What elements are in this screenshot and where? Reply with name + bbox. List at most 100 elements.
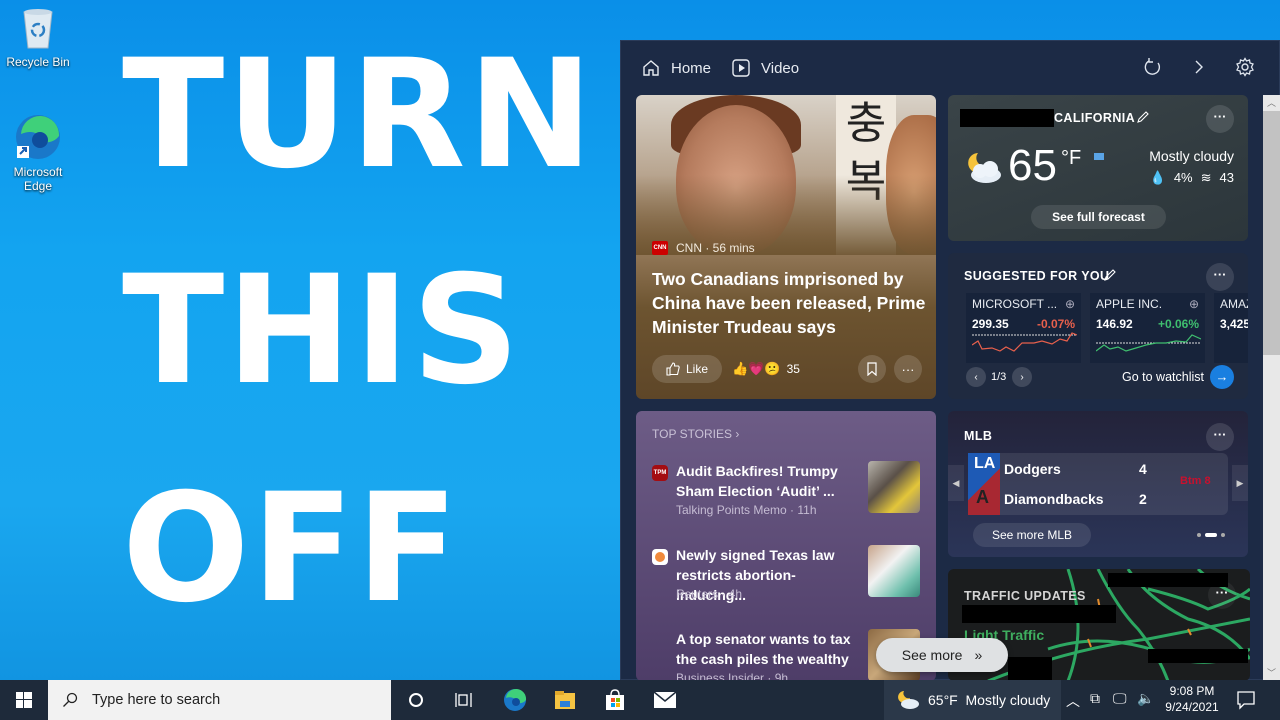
taskbar-edge[interactable]	[503, 688, 527, 712]
weather-card[interactable]: CALIFORNIA ··· 65 °F Mostly cloudy 💧 4% ≋…	[948, 95, 1248, 241]
desktop-icon-label: Recycle Bin	[6, 55, 70, 69]
team-logos: LA A	[968, 453, 1000, 515]
stocks-next-button[interactable]: ›	[1012, 367, 1032, 387]
watchlist-arrow-button[interactable]: →	[1210, 365, 1234, 389]
stock-name: APPLE INC.	[1096, 297, 1163, 311]
desktop-icon-edge[interactable]: Microsoft Edge	[0, 112, 76, 193]
weather-unit: °F	[1061, 147, 1082, 169]
aqi-value: 43	[1219, 170, 1234, 185]
desktop-icon-recycle-bin[interactable]: Recycle Bin	[0, 6, 76, 69]
desktop-icon-label: Microsoft Edge	[13, 165, 63, 193]
precip-value: 4%	[1173, 170, 1193, 185]
home-icon	[643, 60, 659, 76]
taskbar-mail[interactable]	[653, 688, 677, 712]
story-title: Audit Backfires! Trumpy Sham Election ‘A…	[676, 463, 838, 499]
bookmark-icon	[867, 362, 877, 376]
taskbar-search-box[interactable]: Type here to search	[48, 680, 391, 720]
see-more-button[interactable]: See more »	[876, 638, 1008, 672]
add-stock-icon[interactable]: ⊕	[1065, 297, 1075, 311]
taskbar-weather-widget[interactable]: 65°F Mostly cloudy	[884, 680, 1061, 720]
redacted-eta	[1148, 649, 1248, 663]
pager-dot-active[interactable]	[1205, 533, 1217, 537]
stock-tile[interactable]: APPLE INC. ⊕ 146.92 +0.06%	[1090, 293, 1205, 363]
go-to-watchlist-link[interactable]: Go to watchlist	[1122, 370, 1204, 384]
dodgers-logo-icon: LA	[974, 455, 996, 472]
start-button[interactable]	[0, 680, 48, 720]
taskbar-store[interactable]	[603, 688, 627, 712]
weather-temp: 65	[1008, 141, 1057, 190]
action-center-button[interactable]	[1236, 690, 1256, 715]
notification-icon	[1237, 691, 1255, 710]
story-item[interactable]: Newly signed Texas law restricts abortio…	[652, 545, 922, 613]
nav-video-label: Video	[761, 59, 800, 77]
stock-tile[interactable]: AMAZ 3,425	[1214, 293, 1248, 363]
hero-source: CNN CNN · 56 mins	[652, 241, 755, 255]
weather-more-button[interactable]: ···	[1206, 105, 1234, 133]
stocks-card[interactable]: SUGGESTED FOR YOU ··· MICROSOFT ... ⊕ 299…	[948, 253, 1248, 399]
save-button[interactable]	[858, 355, 886, 383]
redacted-route-detail	[962, 605, 1116, 623]
game-inning: Btm 8	[1180, 475, 1211, 487]
overlay-text-line-2: THIS	[122, 244, 522, 418]
hero-news-card[interactable]: 충복 CNN CNN · 56 mins Two Canadians impri…	[636, 95, 936, 399]
stock-price: 299.35	[972, 317, 1009, 331]
more-options-button[interactable]: ···	[894, 355, 922, 383]
nav-video[interactable]: Video	[731, 58, 799, 78]
business-insider-logo-icon	[652, 633, 668, 649]
meet-now-icon[interactable]: ⧉	[1090, 690, 1100, 707]
clock[interactable]: 9:08 PM 9/24/2021	[1160, 683, 1224, 715]
show-hidden-icons-button[interactable]: ︿	[1066, 691, 1080, 711]
overlay-text-line-1: TURN	[122, 28, 596, 202]
reuters-logo-icon	[652, 549, 668, 565]
see-full-forecast-button[interactable]: See full forecast	[1031, 205, 1166, 229]
game-score-box[interactable]: LA A Dodgers 4 Diamondbacks 2 Btm 8	[968, 453, 1228, 515]
hero-headline[interactable]: Two Canadians imprisoned by China have b…	[652, 267, 927, 339]
volume-icon[interactable]: 🔈	[1137, 690, 1154, 707]
gear-icon[interactable]	[1235, 57, 1255, 77]
traffic-title: TRAFFIC UPDATES	[964, 589, 1086, 603]
redacted-location	[960, 109, 1054, 127]
weather-condition: Mostly cloudy	[1149, 148, 1234, 164]
mlb-card[interactable]: MLB ··· ◀ ▶ LA A Dodgers 4 Diamondbacks …	[948, 411, 1248, 557]
scroll-down-arrow[interactable]: ﹀	[1263, 665, 1280, 681]
reactions-icons[interactable]: 👍💗😕	[732, 361, 781, 377]
nav-home[interactable]: Home	[641, 58, 711, 78]
task-view-button[interactable]	[452, 688, 476, 712]
panel-scrollbar[interactable]: ︿ ﹀	[1263, 95, 1280, 681]
scrollbar-thumb[interactable]	[1263, 111, 1280, 355]
chevron-right-icon[interactable]	[1189, 57, 1209, 77]
cortana-button[interactable]	[404, 688, 428, 712]
aqi-icon: ≋	[1200, 170, 1212, 185]
see-more-mlb-button[interactable]: See more MLB	[973, 523, 1091, 547]
stock-tile[interactable]: MICROSOFT ... ⊕ 299.35 -0.07%	[966, 293, 1081, 363]
video-icon	[732, 59, 750, 77]
precip-icon: 💧	[1149, 170, 1166, 185]
edge-icon	[504, 688, 527, 711]
mlb-prev-arrow[interactable]: ◀	[948, 465, 964, 501]
stocks-prev-button[interactable]: ‹	[966, 367, 986, 387]
refresh-icon[interactable]	[1143, 57, 1163, 77]
sign-char: 충	[845, 98, 887, 149]
mlb-pager-dots[interactable]	[1197, 533, 1225, 537]
weather-message-icon[interactable]	[1094, 153, 1104, 160]
hero-image: 충복	[636, 95, 936, 255]
like-button[interactable]: Like	[652, 355, 722, 383]
stocks-more-button[interactable]: ···	[1206, 263, 1234, 291]
mlb-more-button[interactable]: ···	[1206, 423, 1234, 451]
mlb-title: MLB	[964, 429, 993, 443]
taskbar-file-explorer[interactable]	[553, 688, 577, 712]
clock-time: 9:08 PM	[1169, 684, 1215, 698]
mlb-next-arrow[interactable]: ▶	[1232, 465, 1248, 501]
story-item[interactable]: TPM Audit Backfires! Trumpy Sham Electio…	[652, 461, 922, 529]
add-stock-icon[interactable]: ⊕	[1189, 297, 1199, 311]
top-stories-title[interactable]: TOP STORIES ›	[652, 427, 739, 441]
edit-pencil-icon[interactable]	[1136, 110, 1150, 124]
edit-pencil-icon[interactable]	[1103, 268, 1117, 282]
store-icon	[606, 689, 624, 710]
network-icon[interactable]: 🖵	[1113, 690, 1127, 707]
pager-dot[interactable]	[1197, 533, 1201, 537]
search-icon	[63, 692, 78, 707]
redacted-location-label	[1008, 657, 1052, 681]
scroll-up-arrow[interactable]: ︿	[1263, 95, 1280, 111]
pager-dot[interactable]	[1221, 533, 1225, 537]
